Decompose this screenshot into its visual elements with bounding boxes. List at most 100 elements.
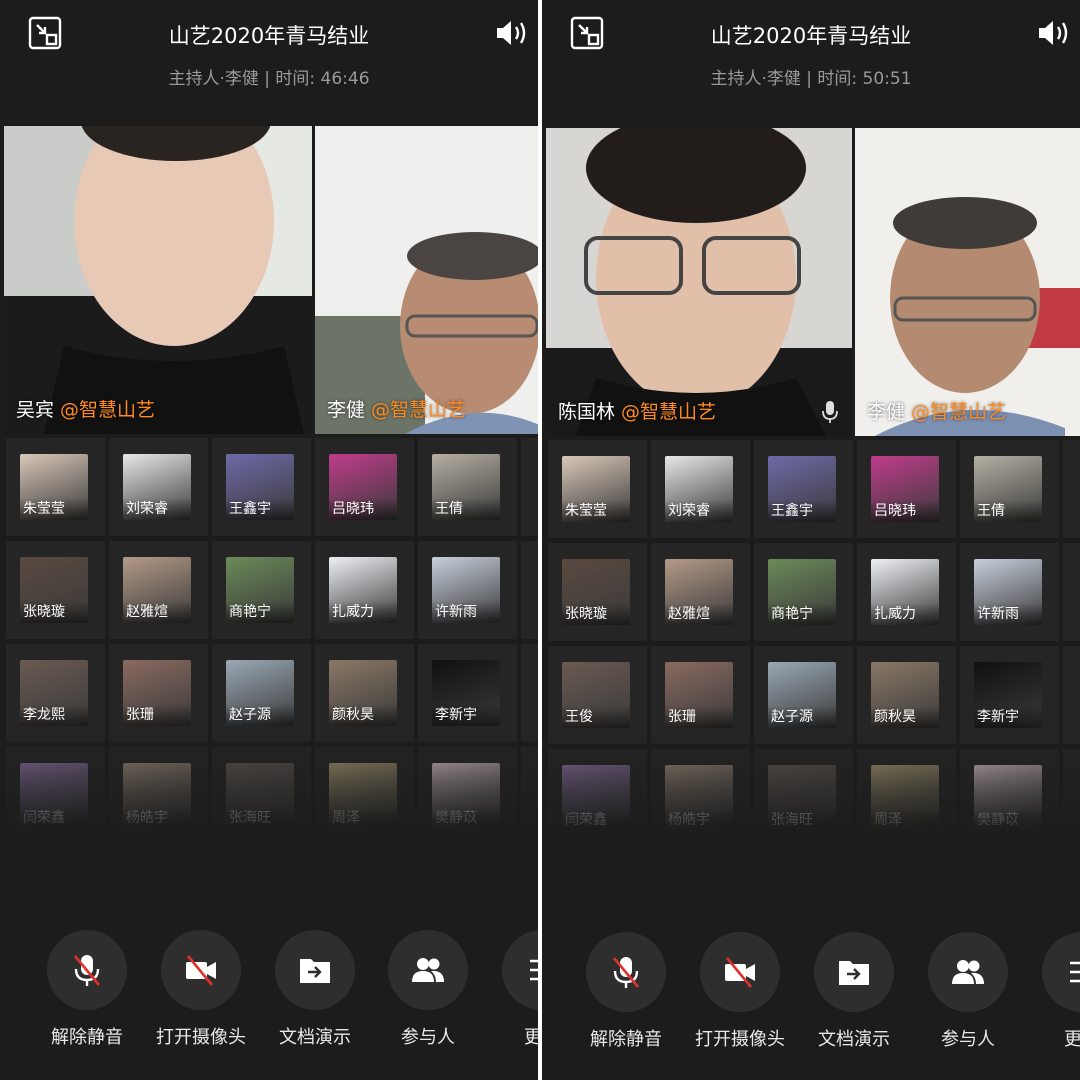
participant-tile[interactable]: 赵雅煊 bbox=[109, 541, 208, 639]
avatar: 朱莹莹 bbox=[20, 454, 88, 520]
participant-tile[interactable]: 樊静苡 bbox=[960, 749, 1059, 833]
participant-tile[interactable]: 颜秋昊 bbox=[857, 646, 956, 744]
avatar: 张珊 bbox=[665, 662, 733, 728]
participant-name: 李龙熙 bbox=[20, 704, 88, 726]
participant-tile[interactable]: 王倩 bbox=[960, 440, 1059, 538]
participant-tile[interactable]: 赵子源 bbox=[212, 644, 311, 742]
participant-tile[interactable]: 周泽 bbox=[315, 747, 414, 831]
participant-tile[interactable]: 闫荣鑫 bbox=[6, 747, 105, 831]
participant-tile-partial[interactable] bbox=[1063, 543, 1080, 641]
participant-tile[interactable]: 张海旺 bbox=[754, 749, 853, 833]
participant-name: 商艳宁 bbox=[768, 603, 836, 625]
participant-tile[interactable]: 王俊 bbox=[548, 646, 647, 744]
avatar: 扎威力 bbox=[329, 557, 397, 623]
participant-tile[interactable]: 张晓璇 bbox=[6, 541, 105, 639]
speaker-name: 陈国林 bbox=[558, 401, 616, 423]
participant-tile[interactable]: 周泽 bbox=[857, 749, 956, 833]
participants-button[interactable]: 参与人 bbox=[368, 930, 488, 1049]
participant-tile[interactable]: 李新宇 bbox=[960, 646, 1059, 744]
avatar: 赵子源 bbox=[768, 662, 836, 728]
more-button[interactable]: 更多 bbox=[482, 930, 538, 1049]
video-tile[interactable]: 吴宾 @智慧山艺 bbox=[4, 126, 312, 434]
participant-tile[interactable]: 樊静苡 bbox=[418, 747, 517, 831]
participant-tile[interactable]: 张晓璇 bbox=[548, 543, 647, 641]
participant-name: 樊静苡 bbox=[974, 809, 1042, 831]
more-button[interactable]: 更多 bbox=[1022, 932, 1080, 1051]
avatar: 王倩 bbox=[974, 456, 1042, 522]
share-doc-button[interactable]: 文档演示 bbox=[794, 932, 914, 1051]
unmute-button[interactable]: 解除静音 bbox=[27, 930, 147, 1049]
participant-tile[interactable]: 李新宇 bbox=[418, 644, 517, 742]
share-doc-label: 文档演示 bbox=[818, 1029, 890, 1050]
participant-name: 杨皓宇 bbox=[123, 807, 191, 829]
participant-tile-partial[interactable] bbox=[521, 644, 538, 742]
participant-tile[interactable]: 扎威力 bbox=[315, 541, 414, 639]
unmute-label: 解除静音 bbox=[590, 1029, 662, 1050]
participant-tile[interactable]: 张珊 bbox=[109, 644, 208, 742]
participant-name: 李新宇 bbox=[974, 706, 1042, 728]
avatar: 张珊 bbox=[123, 660, 191, 726]
avatar: 刘荣睿 bbox=[665, 456, 733, 522]
participants-label: 参与人 bbox=[941, 1029, 995, 1050]
camera-button[interactable]: 打开摄像头 bbox=[680, 932, 800, 1051]
video-tile[interactable]: 李健 @智慧山艺 bbox=[855, 128, 1080, 436]
meeting-title: 山艺2020年青马结业 bbox=[710, 24, 912, 48]
participant-tile[interactable]: 刘荣睿 bbox=[651, 440, 750, 538]
more-label: 更多 bbox=[1064, 1029, 1080, 1050]
participant-name: 樊静苡 bbox=[432, 807, 500, 829]
mic-muted-icon bbox=[612, 957, 640, 988]
participant-tile-partial[interactable] bbox=[521, 747, 538, 831]
avatar: 赵雅煊 bbox=[665, 559, 733, 625]
participant-name: 王倩 bbox=[974, 500, 1042, 522]
participant-name: 朱莹莹 bbox=[562, 500, 630, 522]
avatar: 周泽 bbox=[871, 765, 939, 831]
avatar: 李龙熙 bbox=[20, 660, 88, 726]
avatar: 商艳宁 bbox=[226, 557, 294, 623]
participant-tile-partial[interactable] bbox=[521, 438, 538, 536]
participants-button[interactable]: 参与人 bbox=[908, 932, 1028, 1051]
participant-tile[interactable]: 赵雅煊 bbox=[651, 543, 750, 641]
participant-tile[interactable]: 闫荣鑫 bbox=[548, 749, 647, 833]
participant-tile-partial[interactable] bbox=[1063, 646, 1080, 744]
avatar: 王倩 bbox=[432, 454, 500, 520]
video-label: 李健 @智慧山艺 bbox=[327, 395, 466, 422]
participant-tile[interactable]: 颜秋昊 bbox=[315, 644, 414, 742]
camera-button[interactable]: 打开摄像头 bbox=[141, 930, 261, 1049]
video-tile[interactable]: 李健 @智慧山艺 bbox=[315, 126, 538, 434]
participant-tile[interactable]: 张珊 bbox=[651, 646, 750, 744]
participant-grid: 朱莹莹 刘荣睿 王鑫宇 吕晓玮 王倩张晓璇 赵雅煊 商艳宁 扎威力 许新雨李龙熙 张珊 赵子源 颜秋昊… bbox=[4, 436, 538, 831]
participant-tile-partial[interactable] bbox=[1063, 440, 1080, 538]
org-tag: @智慧山艺 bbox=[60, 399, 156, 421]
participant-tile-partial[interactable] bbox=[521, 541, 538, 639]
participant-tile[interactable]: 扎威力 bbox=[857, 543, 956, 641]
participant-tile[interactable]: 王鑫宇 bbox=[754, 440, 853, 538]
participant-tile[interactable]: 张海旺 bbox=[212, 747, 311, 831]
participant-name: 张晓璇 bbox=[562, 603, 630, 625]
participant-tile[interactable]: 吕晓玮 bbox=[315, 438, 414, 536]
speaker-icon[interactable] bbox=[494, 18, 530, 48]
participant-tile[interactable]: 朱莹莹 bbox=[6, 438, 105, 536]
participant-tile[interactable]: 王鑫宇 bbox=[212, 438, 311, 536]
participant-name: 吕晓玮 bbox=[329, 498, 397, 520]
participant-tile[interactable]: 许新雨 bbox=[960, 543, 1059, 641]
participant-name: 张珊 bbox=[123, 704, 191, 726]
participant-name: 周泽 bbox=[871, 809, 939, 831]
unmute-button[interactable]: 解除静音 bbox=[566, 932, 686, 1051]
participant-tile[interactable]: 李龙熙 bbox=[6, 644, 105, 742]
speaker-icon[interactable] bbox=[1036, 18, 1072, 48]
participant-tile[interactable]: 许新雨 bbox=[418, 541, 517, 639]
more-label: 更多 bbox=[524, 1027, 538, 1048]
participant-tile[interactable]: 刘荣睿 bbox=[109, 438, 208, 536]
share-doc-button[interactable]: 文档演示 bbox=[255, 930, 375, 1049]
participant-tile[interactable]: 杨皓宇 bbox=[109, 747, 208, 831]
participant-tile[interactable]: 杨皓宇 bbox=[651, 749, 750, 833]
participant-tile[interactable]: 商艳宁 bbox=[754, 543, 853, 641]
participant-tile[interactable]: 朱莹莹 bbox=[548, 440, 647, 538]
participant-tile[interactable]: 王倩 bbox=[418, 438, 517, 536]
participant-tile[interactable]: 商艳宁 bbox=[212, 541, 311, 639]
video-tile[interactable]: 陈国林 @智慧山艺 bbox=[546, 128, 852, 436]
participant-tile[interactable]: 赵子源 bbox=[754, 646, 853, 744]
participant-tile[interactable]: 吕晓玮 bbox=[857, 440, 956, 538]
participant-tile-partial[interactable] bbox=[1063, 749, 1080, 833]
avatar: 周泽 bbox=[329, 763, 397, 829]
